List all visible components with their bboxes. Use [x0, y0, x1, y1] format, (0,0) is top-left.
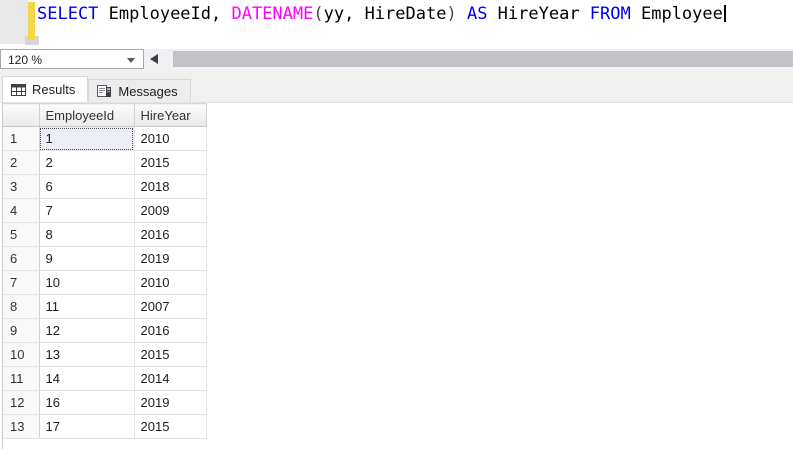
editor-zoom-value: 120 % [8, 53, 42, 67]
row-header[interactable]: 11 [3, 367, 39, 391]
grid-corner-cell[interactable] [3, 104, 39, 127]
grid-cell[interactable]: 9 [39, 247, 134, 271]
grid-cell[interactable]: 6 [39, 175, 134, 199]
grid-cell[interactable]: 1 [39, 127, 134, 151]
table-row: 11142014 [3, 367, 206, 391]
row-header[interactable]: 12 [3, 391, 39, 415]
sql-editor[interactable]: SELECT EmployeeId, DATENAME(yy, HireDate… [0, 0, 793, 47]
grid-cell[interactable]: 2018 [134, 175, 206, 199]
sql-token-keyword: FROM [590, 4, 631, 24]
sql-token-function: DATENAME [231, 4, 313, 24]
editor-zoom-dropdown[interactable]: 120 % [0, 49, 144, 69]
row-header[interactable]: 13 [3, 415, 39, 439]
row-header[interactable]: 9 [3, 319, 39, 343]
ssms-query-window: SELECT EmployeeId, DATENAME(yy, HireDate… [0, 0, 793, 449]
table-row: 9122016 [3, 319, 206, 343]
sql-token-plain: Employee [631, 4, 723, 24]
chevron-down-icon[interactable] [127, 58, 135, 63]
sql-token-plain [457, 4, 467, 24]
grid-cell[interactable]: 12 [39, 319, 134, 343]
row-header[interactable]: 4 [3, 199, 39, 223]
grid-cell[interactable]: 2007 [134, 295, 206, 319]
table-row: 362018 [3, 175, 206, 199]
column-header-hireyear[interactable]: HireYear [134, 104, 206, 127]
table-row: 8112007 [3, 295, 206, 319]
grid-cell[interactable]: 17 [39, 415, 134, 439]
grid-cell[interactable]: 11 [39, 295, 134, 319]
results-tabstrip: Results Messages [0, 69, 793, 103]
table-row: 472009 [3, 199, 206, 223]
grid-cell[interactable]: 2016 [134, 223, 206, 247]
table-row: 13172015 [3, 415, 206, 439]
results-grid-icon [11, 84, 26, 96]
grid-cell[interactable]: 8 [39, 223, 134, 247]
row-header[interactable]: 8 [3, 295, 39, 319]
grid-cell[interactable]: 2010 [134, 127, 206, 151]
row-header[interactable]: 5 [3, 223, 39, 247]
messages-icon [97, 84, 112, 98]
scroll-left-arrow-icon[interactable] [150, 54, 158, 64]
row-header[interactable]: 3 [3, 175, 39, 199]
hscrollbar-thumb[interactable] [173, 51, 793, 67]
grid-cell[interactable]: 2009 [134, 199, 206, 223]
sql-token-paren: ( [313, 4, 323, 24]
grid-cell[interactable]: 2015 [134, 343, 206, 367]
table-row: 10132015 [3, 343, 206, 367]
grid-cell[interactable]: 7 [39, 199, 134, 223]
grid-cell[interactable]: 2016 [134, 319, 206, 343]
column-header-employeeid[interactable]: EmployeeId [39, 104, 134, 127]
table-row: 7102010 [3, 271, 206, 295]
grid-cell[interactable]: 2015 [134, 415, 206, 439]
row-header[interactable]: 2 [3, 151, 39, 175]
results-panel: EmployeeIdHireYear1120102220153620184720… [2, 103, 793, 449]
row-header[interactable]: 10 [3, 343, 39, 367]
sql-query-line[interactable]: SELECT EmployeeId, DATENAME(yy, HireDate… [37, 3, 726, 25]
grid-cell[interactable]: 16 [39, 391, 134, 415]
sql-token-keyword: SELECT [37, 4, 98, 24]
tab-results-label: Results [32, 82, 75, 97]
table-row: 112010 [3, 127, 206, 151]
table-row: 12162019 [3, 391, 206, 415]
tab-messages-label: Messages [118, 84, 177, 99]
grid-cell[interactable]: 14 [39, 367, 134, 391]
sql-token-paren: ) [446, 4, 456, 24]
hscrollbar-track[interactable] [163, 49, 793, 69]
row-header[interactable]: 6 [3, 247, 39, 271]
text-caret [724, 5, 726, 22]
grid-cell[interactable]: 2019 [134, 247, 206, 271]
grid-cell[interactable]: 10 [39, 271, 134, 295]
sql-token-plain: EmployeeId, [98, 4, 231, 24]
sql-token-keyword: AS [467, 4, 487, 24]
tab-messages[interactable]: Messages [88, 79, 190, 102]
modified-line-indicator [28, 2, 35, 40]
table-row: 692019 [3, 247, 206, 271]
grid-cell[interactable]: 2019 [134, 391, 206, 415]
grid-cell[interactable]: 13 [39, 343, 134, 367]
grid-cell[interactable]: 2010 [134, 271, 206, 295]
tab-results[interactable]: Results [2, 76, 88, 102]
grid-cell[interactable]: 2014 [134, 367, 206, 391]
row-header[interactable]: 1 [3, 127, 39, 151]
table-row: 222015 [3, 151, 206, 175]
table-row: 582016 [3, 223, 206, 247]
grid-cell[interactable]: 2015 [134, 151, 206, 175]
sql-token-plain: yy, HireDate [324, 4, 447, 24]
editor-gutter [0, 0, 28, 44]
grid-cell[interactable]: 2 [39, 151, 134, 175]
row-header[interactable]: 7 [3, 271, 39, 295]
results-grid: EmployeeIdHireYear1120102220153620184720… [3, 103, 207, 439]
editor-hscrollbar-row: 120 % [0, 49, 793, 69]
sql-token-plain: HireYear [487, 4, 589, 24]
